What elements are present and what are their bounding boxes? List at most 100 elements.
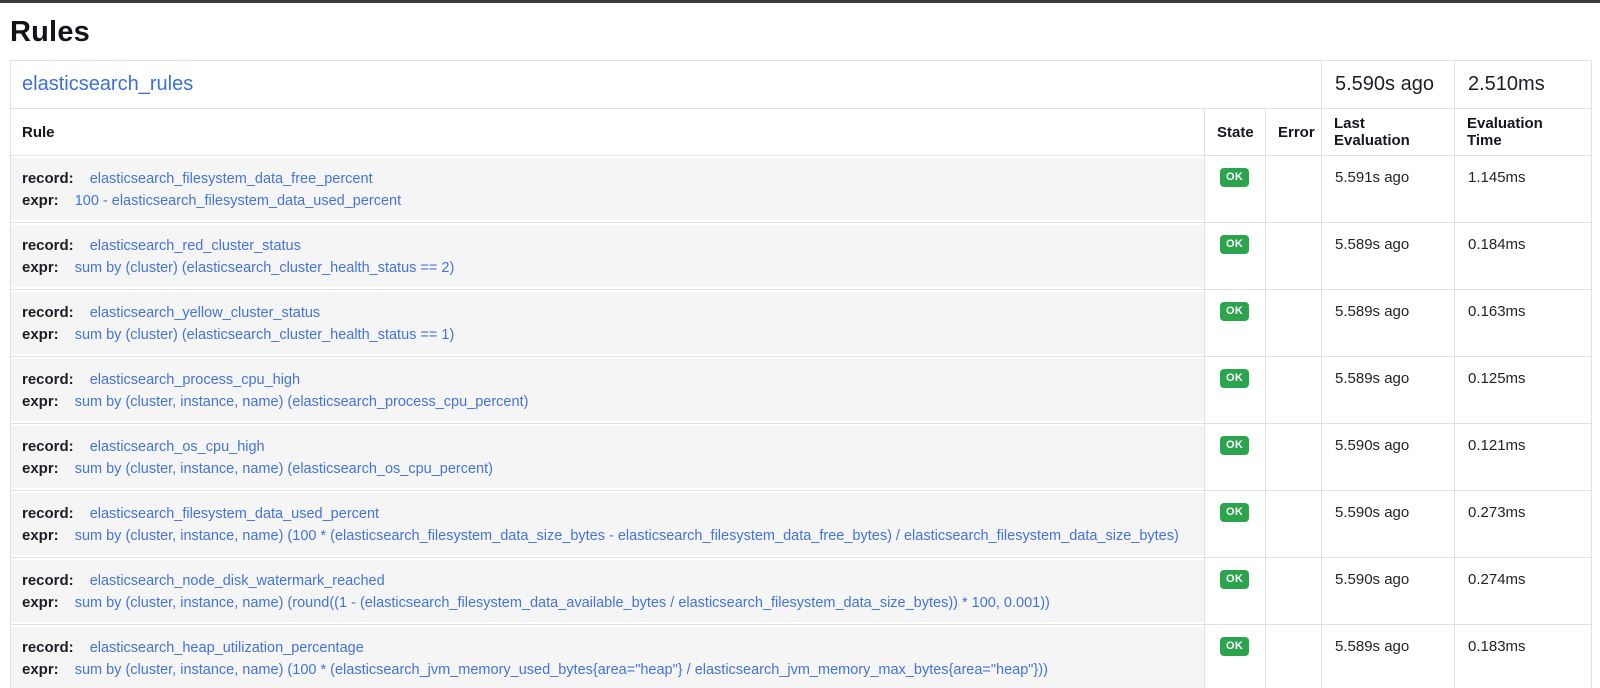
evaluation-time-value: 0.274ms: [1454, 557, 1592, 625]
rule-record-link[interactable]: elasticsearch_filesystem_data_free_perce…: [90, 171, 373, 187]
error-cell: [1265, 557, 1322, 625]
rule-expr-link[interactable]: sum by (cluster, instance, name) (elasti…: [75, 461, 493, 477]
rule-expr-link[interactable]: sum by (cluster) (elasticsearch_cluster_…: [75, 260, 455, 276]
state-cell: OK: [1204, 490, 1266, 558]
rules-table: elasticsearch_rules 5.590s ago 2.510ms R…: [10, 60, 1592, 688]
rule-group-name-cell: elasticsearch_rules: [10, 60, 1322, 109]
expr-label: expr:: [22, 326, 59, 343]
last-evaluation-value: 5.590s ago: [1321, 423, 1455, 491]
error-cell: [1265, 356, 1322, 424]
expr-label: expr:: [22, 460, 59, 477]
last-evaluation-value: 5.589s ago: [1321, 222, 1455, 290]
state-cell: OK: [1204, 557, 1266, 625]
group-evaluation-time: 2.510ms: [1454, 60, 1592, 109]
column-header-last-evaluation: Last Evaluation: [1321, 108, 1455, 156]
rule-expr-link[interactable]: sum by (cluster, instance, name) (100 * …: [75, 528, 1179, 544]
rule-group-header-row: elasticsearch_rules 5.590s ago 2.510ms: [10, 60, 1592, 109]
rule-record-link[interactable]: elasticsearch_os_cpu_high: [90, 439, 265, 455]
expr-label: expr:: [22, 661, 59, 678]
state-ok-badge: OK: [1220, 637, 1250, 656]
rule-record-link[interactable]: elasticsearch_filesystem_data_used_perce…: [90, 506, 379, 522]
error-cell: [1265, 624, 1322, 688]
table-row: record: elasticsearch_yellow_cluster_stat…: [10, 289, 1592, 357]
page-title: Rules: [10, 16, 90, 48]
rule-expr-link[interactable]: sum by (cluster) (elasticsearch_cluster_…: [75, 327, 455, 343]
rule-expr-link[interactable]: sum by (cluster, instance, name) (elasti…: [75, 394, 529, 410]
record-label: record:: [22, 438, 74, 455]
state-cell: OK: [1204, 222, 1266, 290]
rule-cell: record: elasticsearch_os_cpu_high expr: su…: [10, 423, 1205, 491]
rule-record-link[interactable]: elasticsearch_red_cluster_status: [90, 238, 301, 254]
column-header-error: Error: [1265, 108, 1322, 156]
error-cell: [1265, 423, 1322, 491]
rule-expr-link[interactable]: sum by (cluster, instance, name) (100 * …: [75, 662, 1048, 678]
last-evaluation-value: 5.591s ago: [1321, 155, 1455, 223]
record-label: record:: [22, 304, 74, 321]
rule-record-link[interactable]: elasticsearch_node_disk_watermark_reache…: [90, 573, 385, 589]
table-row: record: elasticsearch_filesystem_data_use…: [10, 490, 1592, 558]
rule-expr-link[interactable]: sum by (cluster, instance, name) (round(…: [75, 595, 1050, 611]
expr-label: expr:: [22, 393, 59, 410]
column-header-rule: Rule: [10, 108, 1205, 156]
state-cell: OK: [1204, 423, 1266, 491]
rule-cell: record: elasticsearch_filesystem_data_use…: [10, 490, 1205, 558]
record-label: record:: [22, 639, 74, 656]
rule-cell: record: elasticsearch_red_cluster_status …: [10, 222, 1205, 290]
evaluation-time-value: 0.184ms: [1454, 222, 1592, 290]
record-label: record:: [22, 170, 74, 187]
table-row: record: elasticsearch_os_cpu_high expr: su…: [10, 423, 1592, 491]
rule-cell: record: elasticsearch_node_disk_watermark…: [10, 557, 1205, 625]
state-cell: OK: [1204, 356, 1266, 424]
last-evaluation-value: 5.590s ago: [1321, 490, 1455, 558]
state-ok-badge: OK: [1220, 570, 1250, 589]
rules-page: Rules elasticsearch_rules 5.590s ago 2.5…: [0, 3, 1600, 688]
group-last-evaluation: 5.590s ago: [1321, 60, 1455, 109]
rule-record-link[interactable]: elasticsearch_process_cpu_high: [90, 372, 300, 388]
state-cell: OK: [1204, 155, 1266, 223]
error-cell: [1265, 490, 1322, 558]
evaluation-time-value: 1.145ms: [1454, 155, 1592, 223]
record-label: record:: [22, 237, 74, 254]
rule-cell: record: elasticsearch_yellow_cluster_stat…: [10, 289, 1205, 357]
last-evaluation-value: 5.589s ago: [1321, 356, 1455, 424]
rule-cell: record: elasticsearch_heap_utilization_pe…: [10, 624, 1205, 688]
rules-table-body: record: elasticsearch_filesystem_data_fre…: [10, 155, 1592, 688]
table-row: record: elasticsearch_node_disk_watermark…: [10, 557, 1592, 625]
rule-expr-link[interactable]: 100 - elasticsearch_filesystem_data_used…: [75, 193, 401, 209]
expr-label: expr:: [22, 192, 59, 209]
state-ok-badge: OK: [1220, 369, 1250, 388]
column-header-state: State: [1204, 108, 1266, 156]
record-label: record:: [22, 371, 74, 388]
table-row: record: elasticsearch_heap_utilization_pe…: [10, 624, 1592, 688]
last-evaluation-value: 5.590s ago: [1321, 557, 1455, 625]
state-ok-badge: OK: [1220, 503, 1250, 522]
column-header-evaluation-time: Evaluation Time: [1454, 108, 1592, 156]
column-header-row: Rule State Error Last Evaluation Evaluat…: [10, 108, 1592, 156]
rule-record-link[interactable]: elasticsearch_yellow_cluster_status: [90, 305, 321, 321]
expr-label: expr:: [22, 594, 59, 611]
rule-group-link[interactable]: elasticsearch_rules: [22, 73, 193, 95]
rule-cell: record: elasticsearch_process_cpu_high ex…: [10, 356, 1205, 424]
state-cell: OK: [1204, 624, 1266, 688]
expr-label: expr:: [22, 527, 59, 544]
last-evaluation-value: 5.589s ago: [1321, 289, 1455, 357]
record-label: record:: [22, 572, 74, 589]
state-ok-badge: OK: [1220, 168, 1250, 187]
evaluation-time-value: 0.121ms: [1454, 423, 1592, 491]
state-ok-badge: OK: [1220, 302, 1250, 321]
evaluation-time-value: 0.273ms: [1454, 490, 1592, 558]
expr-label: expr:: [22, 259, 59, 276]
table-row: record: elasticsearch_process_cpu_high ex…: [10, 356, 1592, 424]
table-row: record: elasticsearch_red_cluster_status …: [10, 222, 1592, 290]
state-ok-badge: OK: [1220, 436, 1250, 455]
error-cell: [1265, 155, 1322, 223]
evaluation-time-value: 0.125ms: [1454, 356, 1592, 424]
table-row: record: elasticsearch_filesystem_data_fre…: [10, 155, 1592, 223]
record-label: record:: [22, 505, 74, 522]
rule-record-link[interactable]: elasticsearch_heap_utilization_percentag…: [90, 640, 364, 656]
state-ok-badge: OK: [1220, 235, 1250, 254]
evaluation-time-value: 0.183ms: [1454, 624, 1592, 688]
error-cell: [1265, 222, 1322, 290]
last-evaluation-value: 5.589s ago: [1321, 624, 1455, 688]
evaluation-time-value: 0.163ms: [1454, 289, 1592, 357]
